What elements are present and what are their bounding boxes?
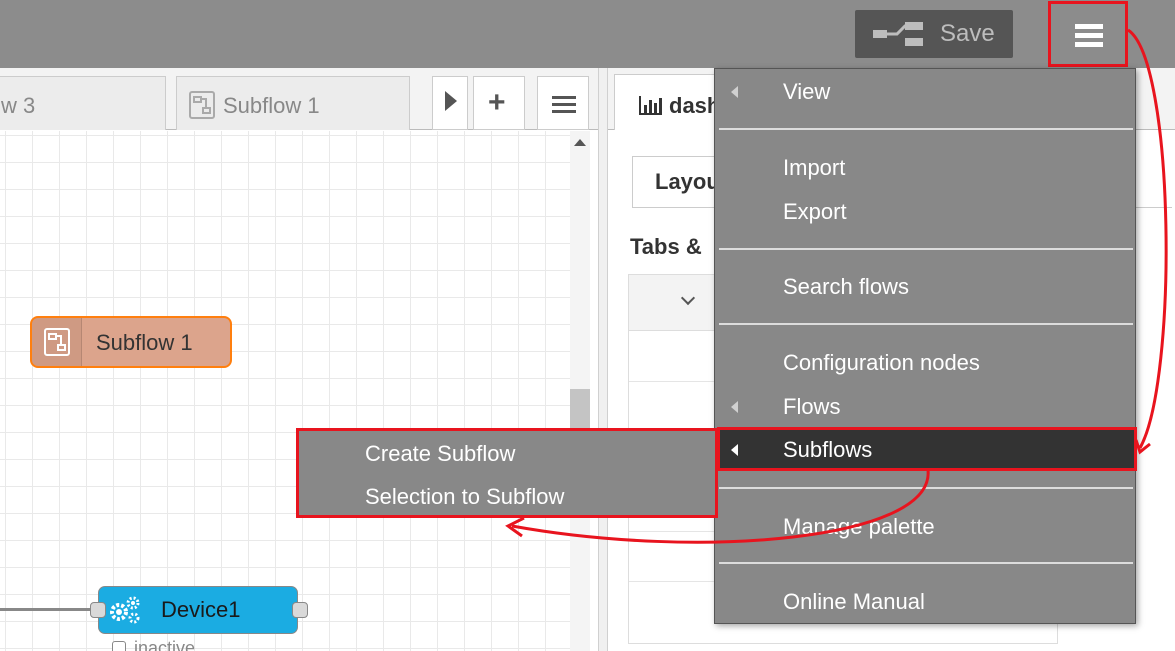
menu-divider <box>719 248 1133 250</box>
list-flows-icon <box>552 96 576 117</box>
node-input-port[interactable] <box>90 602 106 618</box>
submenu-item-label: Create Subflow <box>365 441 516 466</box>
submenu-caret-icon <box>731 401 738 413</box>
node-output-port[interactable] <box>292 602 308 618</box>
menu-divider <box>719 128 1133 130</box>
device-node[interactable]: Device1 <box>98 586 298 634</box>
node-icon-area <box>32 318 82 366</box>
menu-item-label: Configuration nodes <box>783 350 980 375</box>
sidebar-tab-label: dash <box>669 93 721 118</box>
tab-scroll-right-button[interactable] <box>432 76 468 130</box>
menu-item-export[interactable]: Export <box>715 191 1135 231</box>
node-wire[interactable] <box>0 608 98 611</box>
hamburger-menu-icon <box>1075 24 1103 48</box>
menu-item-label: View <box>783 79 831 104</box>
node-status-icon <box>112 641 126 651</box>
subflows-highlight-box <box>717 427 1137 471</box>
menu-item-online-manual[interactable]: Online Manual <box>715 581 1135 621</box>
menu-item-label: Import <box>783 155 846 180</box>
menu-item-label: Flows <box>783 394 841 419</box>
menu-item-import[interactable]: Import <box>715 147 1135 187</box>
menu-item-configuration-nodes[interactable]: Configuration nodes <box>715 342 1135 382</box>
add-flow-icon: + <box>488 86 506 119</box>
header-bar: Save <box>0 0 1175 68</box>
menu-item-view[interactable]: View <box>715 71 1135 111</box>
scroll-up-icon[interactable] <box>574 139 586 146</box>
main-dropdown-menu: View Import Export Search flows Configur… <box>714 68 1136 624</box>
submenu-item-label: Selection to Subflow <box>365 484 565 509</box>
menu-divider <box>719 323 1133 325</box>
menu-item-label: Search flows <box>783 274 909 299</box>
menu-item-search-flows[interactable]: Search flows <box>715 266 1135 306</box>
list-flows-button[interactable] <box>537 76 589 130</box>
save-button[interactable]: Save <box>855 10 1013 58</box>
sidebar-heading: Tabs & <box>630 234 702 259</box>
workspace-tab-bar: w 3 Subflow 1 + <box>0 68 598 130</box>
sidebar-splitter[interactable] <box>598 68 608 651</box>
node-label: Device1 <box>161 597 241 622</box>
add-flow-button[interactable]: + <box>473 76 525 130</box>
subflow-icon <box>44 328 70 356</box>
menu-item-manage-palette[interactable]: Manage palette <box>715 506 1135 546</box>
node-icon-area <box>99 587 147 633</box>
node-status-text: inactive <box>134 638 196 651</box>
subflows-submenu: Create Subflow Selection to Subflow <box>296 428 718 518</box>
scrollbar-thumb[interactable] <box>570 389 590 429</box>
tab-flow-3[interactable]: w 3 <box>0 76 166 130</box>
menu-item-label: Online Manual <box>783 589 925 614</box>
sidebar-subtab-label: Layou <box>655 169 720 194</box>
tab-label: w 3 <box>1 93 36 118</box>
main-menu-button[interactable] <box>1048 1 1128 67</box>
flow-workspace[interactable] <box>0 131 570 651</box>
tab-label: Subflow 1 <box>223 93 320 118</box>
bar-chart-icon <box>639 96 662 115</box>
chevron-down-icon[interactable] <box>680 290 696 306</box>
menu-divider <box>719 562 1133 564</box>
gears-icon <box>110 596 140 624</box>
workspace-scrollbar[interactable] <box>570 131 590 651</box>
menu-item-label: Manage palette <box>783 514 935 539</box>
menu-divider <box>719 487 1133 489</box>
save-button-label: Save <box>940 20 995 47</box>
subflow-node[interactable]: Subflow 1 <box>30 316 232 368</box>
node-label: Subflow 1 <box>96 330 193 355</box>
submenu-item-create-subflow[interactable]: Create Subflow <box>299 435 715 475</box>
submenu-caret-icon <box>731 86 738 98</box>
tab-scroll-right-icon <box>445 91 457 111</box>
submenu-item-selection-to-subflow[interactable]: Selection to Subflow <box>299 478 715 518</box>
menu-item-label: Export <box>783 199 847 224</box>
deploy-icon <box>873 22 923 46</box>
menu-item-flows[interactable]: Flows <box>715 386 1135 426</box>
subflow-icon <box>189 91 215 119</box>
tab-subflow-1[interactable]: Subflow 1 <box>176 76 410 130</box>
